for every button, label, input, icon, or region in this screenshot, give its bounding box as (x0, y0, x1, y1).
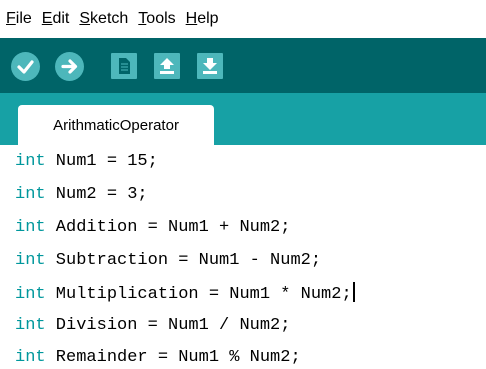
code-text: Multiplication = Num1 * Num2; (45, 285, 352, 304)
code-line: int Num2 = 3; (15, 184, 148, 206)
menu-sketch-label: ketch (90, 10, 129, 27)
keyword-int: int (15, 185, 46, 204)
save-icon (203, 58, 217, 74)
code-text: Subtraction = Num1 - Num2; (45, 251, 322, 270)
code-editor[interactable]: int Num1 = 15; int Num2 = 3; int Additio… (0, 145, 486, 367)
keyword-int: int (15, 152, 46, 171)
menu-edit-mnemonic: E (41, 10, 53, 27)
new-button[interactable] (111, 53, 137, 79)
tab-arithmaticoperator[interactable]: ArithmaticOperator (18, 105, 214, 145)
open-button[interactable] (154, 53, 180, 79)
menu-edit[interactable]: Edit (42, 10, 70, 28)
tab-bar: ArithmaticOperator (0, 93, 486, 145)
tab-label: ArithmaticOperator (53, 116, 179, 134)
code-text: Division = Num1 / Num2; (45, 316, 291, 335)
menu-sketch[interactable]: Sketch (79, 10, 128, 28)
upload-icon (61, 59, 78, 74)
menu-tools[interactable]: Tools (138, 10, 175, 28)
code-line: int Remainder = Num1 % Num2; (15, 347, 301, 369)
upload-button[interactable] (55, 52, 84, 81)
verify-icon (17, 60, 34, 74)
menu-bar: File Edit Sketch Tools Help (0, 0, 486, 38)
menu-sketch-mnemonic: S (79, 10, 91, 27)
toolbar (0, 38, 486, 93)
code-text: Num2 = 3; (45, 185, 148, 204)
save-button[interactable] (197, 53, 223, 79)
new-icon (119, 58, 130, 74)
code-line: int Num1 = 15; (15, 151, 158, 173)
keyword-int: int (15, 285, 46, 304)
verify-button[interactable] (11, 52, 40, 81)
code-text: Remainder = Num1 % Num2; (45, 348, 301, 367)
open-icon (160, 58, 174, 74)
code-line: int Division = Num1 / Num2; (15, 315, 290, 337)
menu-tools-label: ools (146, 10, 176, 27)
code-line: int Multiplication = Num1 * Num2; (15, 282, 355, 304)
menu-file[interactable]: File (6, 10, 32, 28)
code-text: Num1 = 15; (45, 152, 158, 171)
keyword-int: int (15, 316, 46, 335)
keyword-int: int (15, 218, 46, 237)
keyword-int: int (15, 348, 46, 367)
menu-file-mnemonic: F (6, 10, 16, 27)
menu-help[interactable]: Help (186, 10, 219, 28)
menu-file-label: ile (15, 10, 32, 27)
code-line: int Subtraction = Num1 - Num2; (15, 250, 321, 272)
code-text: Addition = Num1 + Num2; (45, 218, 291, 237)
menu-edit-label: dit (52, 10, 70, 27)
keyword-int: int (15, 251, 46, 270)
text-cursor (352, 282, 355, 302)
menu-help-label: elp (197, 10, 219, 27)
menu-help-mnemonic: H (185, 10, 198, 27)
code-line: int Addition = Num1 + Num2; (15, 217, 290, 239)
